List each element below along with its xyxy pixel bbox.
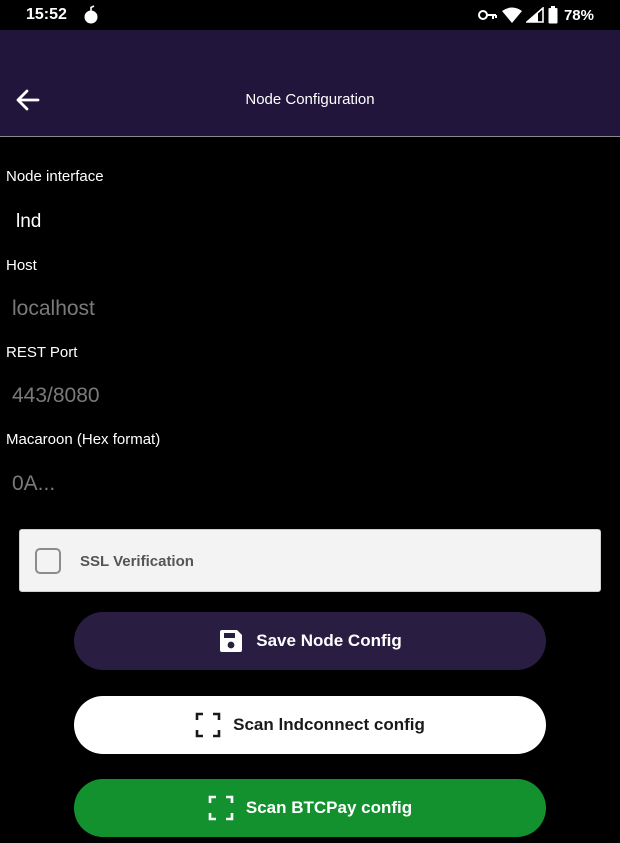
status-icons: 78% xyxy=(477,5,594,25)
status-bar: 15:52 78% xyxy=(0,0,620,30)
scan-lndconnect-button[interactable]: Scan lndconnect config xyxy=(74,696,546,754)
node-interface-label: Node interface xyxy=(6,168,104,185)
rest-port-input[interactable]: 443/8080 xyxy=(12,384,100,408)
scan-icon xyxy=(195,712,221,738)
save-node-config-label: Save Node Config xyxy=(256,631,402,650)
macaroon-label: Macaroon (Hex format) xyxy=(6,431,161,448)
scan-lndconnect-label: Scan lndconnect config xyxy=(233,715,425,734)
battery-icon xyxy=(548,6,558,24)
ssl-verification-label: SSL Verification xyxy=(80,553,194,570)
scan-icon xyxy=(208,795,234,821)
save-icon xyxy=(220,630,243,652)
host-label: Host xyxy=(6,257,37,274)
signal-icon xyxy=(525,7,544,23)
node-interface-select[interactable]: lnd xyxy=(16,211,41,233)
toolbar: Node Configuration xyxy=(0,30,620,137)
host-input[interactable]: localhost xyxy=(12,297,95,321)
battery-percentage: 78% xyxy=(563,6,594,24)
rest-port-label: REST Port xyxy=(6,344,78,361)
macaroon-input[interactable]: 0A... xyxy=(12,472,55,496)
wifi-icon xyxy=(501,7,522,23)
save-node-config-button[interactable]: Save Node Config xyxy=(74,612,546,670)
scan-btcpay-button[interactable]: Scan BTCPay config xyxy=(74,779,546,837)
page-title: Node Configuration xyxy=(245,91,375,108)
bomb-icon xyxy=(84,5,98,24)
ssl-verification-card[interactable]: SSL Verification xyxy=(19,529,601,592)
status-time: 15:52 xyxy=(26,6,67,23)
ssl-verification-checkbox[interactable] xyxy=(35,548,61,574)
key-icon xyxy=(477,10,497,20)
scan-btcpay-label: Scan BTCPay config xyxy=(245,798,413,817)
